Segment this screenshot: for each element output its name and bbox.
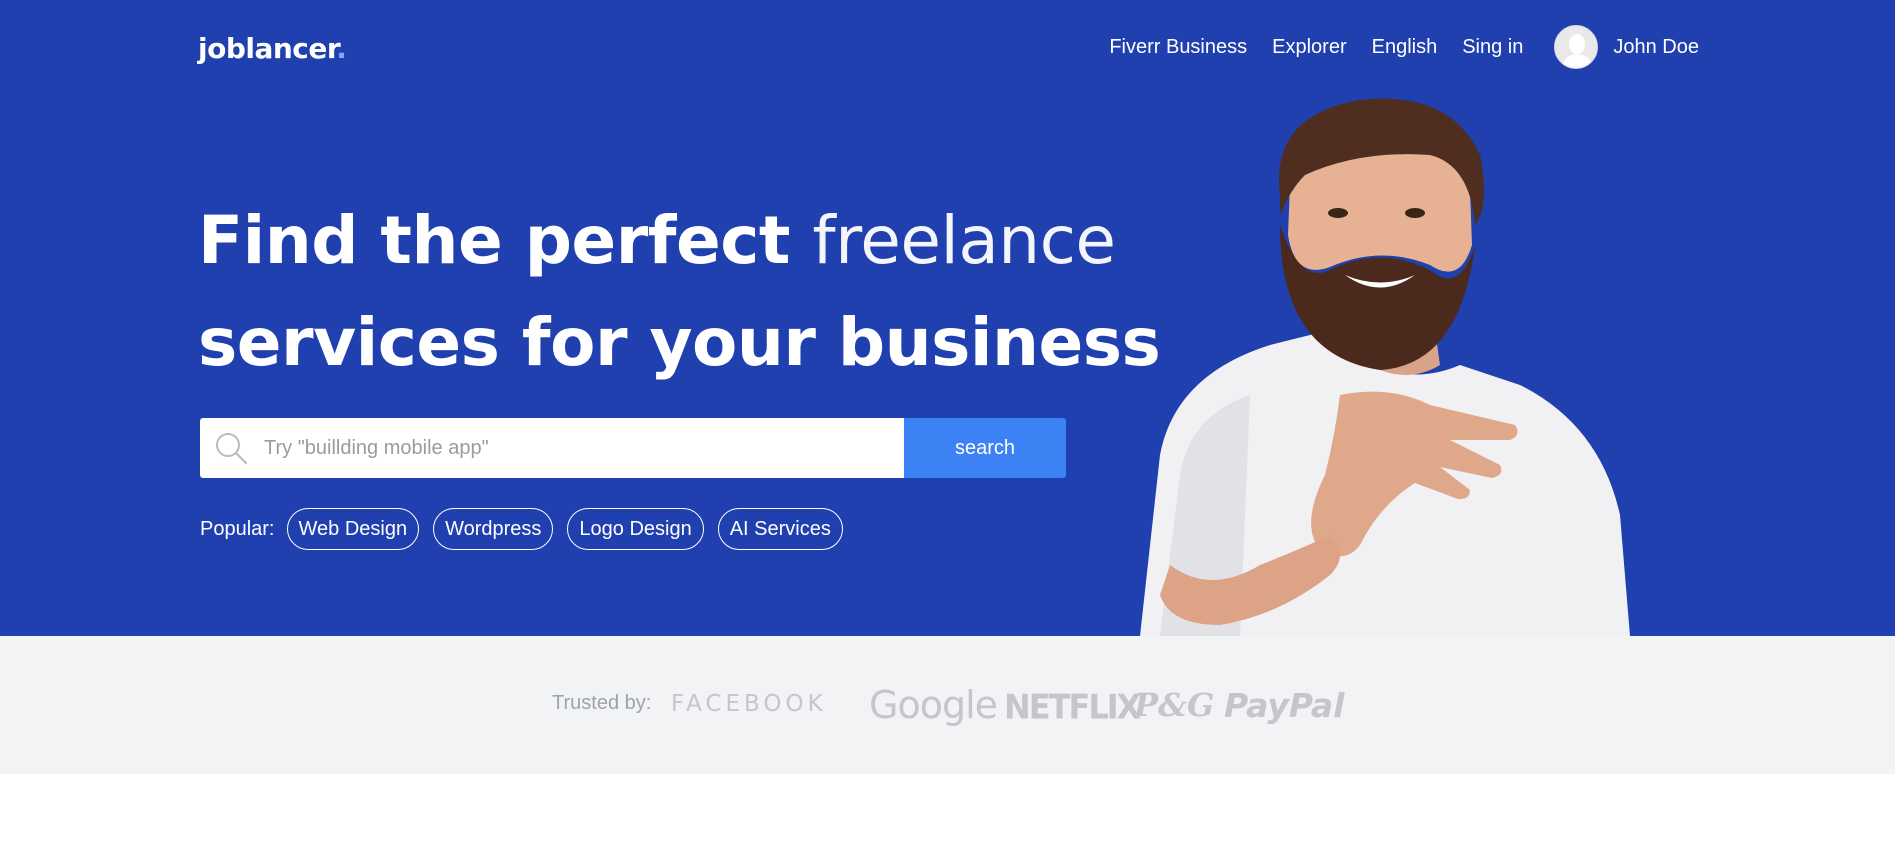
brand-logo-netflix: NETFLIX <box>1004 687 1141 727</box>
nav-link-fiverr-business[interactable]: Fiverr Business <box>1109 36 1247 59</box>
popular-tag-web-design[interactable]: Web Design <box>286 508 420 550</box>
brand-logo-paypal: PayPal <box>1224 686 1345 725</box>
nav-link-sign-in[interactable]: Sing in <box>1462 36 1523 59</box>
search-box[interactable] <box>200 418 904 478</box>
headline-line1-light: freelance <box>812 202 1116 279</box>
search-input[interactable] <box>264 436 884 460</box>
nav-link-language[interactable]: English <box>1372 36 1438 59</box>
popular-tag-logo-design[interactable]: Logo Design <box>567 508 704 550</box>
nav-link-explorer[interactable]: Explorer <box>1272 36 1346 59</box>
brand-logo-google: Google <box>869 683 998 727</box>
search-button[interactable]: search <box>904 418 1066 478</box>
trusted-label: Trusted by: <box>552 692 652 714</box>
search-icon <box>216 433 248 465</box>
popular-label: Popular: <box>200 517 275 540</box>
logo[interactable]: joblancer. <box>198 32 347 65</box>
headline-line2: services for your business <box>198 304 1161 381</box>
user-menu[interactable]: John Doe <box>1554 25 1699 69</box>
avatar[interactable] <box>1554 25 1599 69</box>
page-title: Find the perfect freelance services for … <box>198 190 1161 394</box>
logo-text: joblancer <box>198 32 337 65</box>
popular-tag-ai-services[interactable]: AI Services <box>717 508 843 550</box>
search-bar: search <box>200 418 1066 478</box>
user-name[interactable]: John Doe <box>1613 36 1699 59</box>
hero-section: joblancer. Fiverr Business Explorer Engl… <box>0 0 1895 636</box>
headline-line1-bold: Find the perfect <box>198 202 790 279</box>
avatar-head-shape <box>1569 34 1586 54</box>
avatar-body-shape <box>1563 54 1592 68</box>
trusted-by-bar: Trusted by: FACEBOOK Google NETFLIX P&G … <box>0 636 1895 774</box>
popular-tags: Popular: Web Design Wordpress Logo Desig… <box>200 508 843 550</box>
brand-logo-facebook: FACEBOOK <box>671 691 827 717</box>
popular-tag-wordpress[interactable]: Wordpress <box>433 508 554 550</box>
top-nav: Fiverr Business Explorer English Sing in… <box>1109 22 1699 72</box>
logo-dot: . <box>336 32 347 65</box>
brand-logo-pg: P&G <box>1134 686 1215 724</box>
hero-person-image <box>1140 98 1630 636</box>
